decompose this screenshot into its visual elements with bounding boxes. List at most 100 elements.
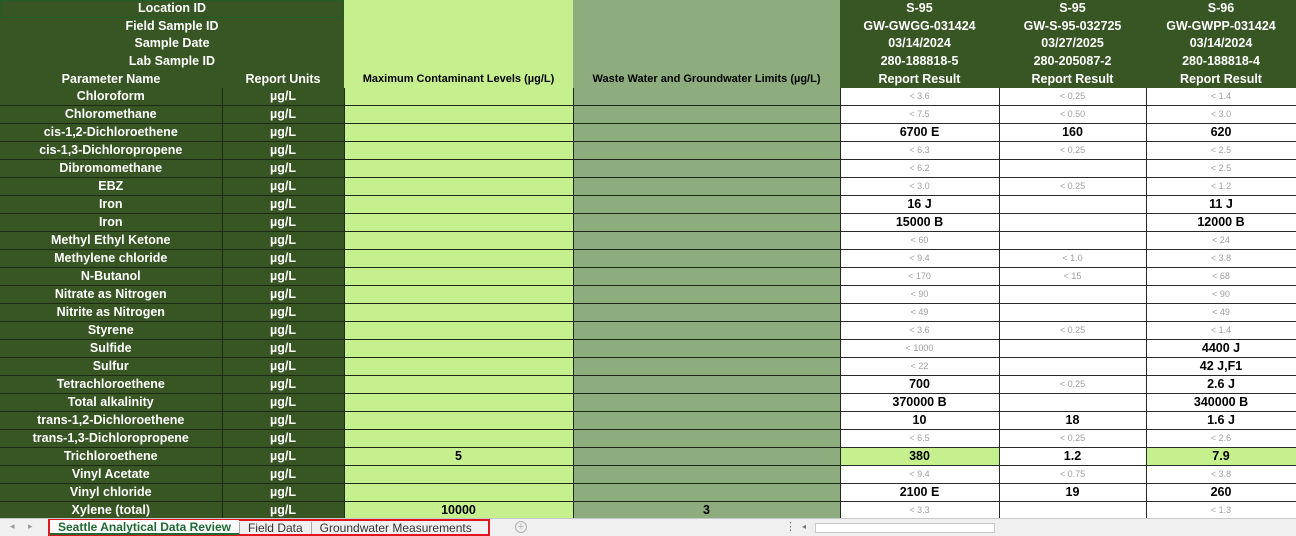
tab-scroll-left-icon[interactable]: ◂: [10, 521, 15, 532]
result-cell-sample-2[interactable]: < 0.50: [999, 105, 1147, 125]
parameter-name-cell[interactable]: Sulfur: [0, 357, 223, 377]
mcl-cell[interactable]: [343, 339, 574, 359]
parameter-name-cell[interactable]: Vinyl chloride: [0, 483, 223, 503]
result-cell-sample-1[interactable]: < 1000: [840, 339, 1000, 359]
mcl-cell[interactable]: [343, 465, 574, 485]
spreadsheet-grid[interactable]: Location ID Maximum Contaminant Levels (µ…: [0, 0, 1296, 521]
result-cell-sample-2[interactable]: < 0.25: [999, 429, 1147, 449]
result-cell-sample-3[interactable]: < 1.4: [1146, 321, 1296, 341]
limits-cell[interactable]: [573, 177, 841, 197]
result-cell-sample-1[interactable]: < 9.4: [840, 249, 1000, 269]
report-units-cell[interactable]: µg/L: [222, 285, 345, 305]
result-cell-sample-1[interactable]: < 22: [840, 357, 1000, 377]
scrollbar-thumb[interactable]: [815, 523, 995, 533]
result-cell-sample-2[interactable]: [999, 393, 1147, 413]
result-cell-sample-3[interactable]: 12000 B: [1146, 213, 1296, 233]
report-units-cell[interactable]: µg/L: [222, 393, 345, 413]
sample-3-field-sample-id[interactable]: GW-GWPP-031424: [1146, 17, 1296, 36]
lab-sample-id-label[interactable]: Lab Sample ID: [0, 52, 344, 71]
result-cell-sample-2[interactable]: 1.2: [999, 447, 1147, 467]
result-cell-sample-3[interactable]: 42 J,F1: [1146, 357, 1296, 377]
limits-cell[interactable]: [573, 87, 841, 107]
mcl-cell[interactable]: [343, 123, 574, 143]
parameter-name-cell[interactable]: Nitrite as Nitrogen: [0, 303, 223, 323]
result-cell-sample-3[interactable]: < 3.8: [1146, 465, 1296, 485]
mcl-cell[interactable]: [343, 357, 574, 377]
parameter-name-cell[interactable]: Tetrachloroethene: [0, 375, 223, 395]
mcl-cell[interactable]: [343, 159, 574, 179]
result-cell-sample-2[interactable]: < 0.25: [999, 375, 1147, 395]
result-cell-sample-3[interactable]: < 2.5: [1146, 159, 1296, 179]
parameter-name-cell[interactable]: Chloromethane: [0, 105, 223, 125]
limits-cell[interactable]: [573, 123, 841, 143]
report-units-cell[interactable]: µg/L: [222, 87, 345, 107]
report-units-cell[interactable]: µg/L: [222, 231, 345, 251]
result-cell-sample-2[interactable]: 160: [999, 123, 1147, 143]
report-units-cell[interactable]: µg/L: [222, 123, 345, 143]
limits-cell[interactable]: [573, 321, 841, 341]
result-cell-sample-2[interactable]: < 0.25: [999, 321, 1147, 341]
result-cell-sample-1[interactable]: < 60: [840, 231, 1000, 251]
report-units-cell[interactable]: µg/L: [222, 411, 345, 431]
sample-2-location-id[interactable]: S-95: [999, 0, 1146, 18]
horizontal-scrollbar[interactable]: ◂: [800, 522, 1296, 534]
sample-1-location-id[interactable]: S-95: [840, 0, 999, 18]
result-cell-sample-3[interactable]: < 3.8: [1146, 249, 1296, 269]
limits-cell[interactable]: [573, 429, 841, 449]
mcl-cell[interactable]: [343, 285, 574, 305]
result-cell-sample-1[interactable]: < 3.0: [840, 177, 1000, 197]
result-cell-sample-3[interactable]: 340000 B: [1146, 393, 1296, 413]
result-cell-sample-2[interactable]: < 0.25: [999, 177, 1147, 197]
mcl-cell[interactable]: [343, 393, 574, 413]
mcl-cell[interactable]: [343, 429, 574, 449]
parameter-name-cell[interactable]: cis-1,3-Dichloropropene: [0, 141, 223, 161]
limits-cell[interactable]: [573, 447, 841, 467]
result-cell-sample-3[interactable]: < 1.3: [1146, 501, 1296, 521]
location-id-label[interactable]: Location ID: [0, 0, 344, 18]
mcl-cell[interactable]: [343, 267, 574, 287]
parameter-name-cell[interactable]: Methyl Ethyl Ketone: [0, 231, 223, 251]
result-cell-sample-1[interactable]: < 3.3: [840, 501, 1000, 521]
report-units-cell[interactable]: µg/L: [222, 501, 345, 521]
result-cell-sample-2[interactable]: [999, 357, 1147, 377]
limits-cell[interactable]: [573, 357, 841, 377]
limits-cell[interactable]: [573, 411, 841, 431]
result-cell-sample-2[interactable]: [999, 339, 1147, 359]
result-cell-sample-3[interactable]: 11 J: [1146, 195, 1296, 215]
limits-cell[interactable]: [573, 231, 841, 251]
result-cell-sample-3[interactable]: < 3.0: [1146, 105, 1296, 125]
result-cell-sample-1[interactable]: < 6.2: [840, 159, 1000, 179]
sample-3-sample-date[interactable]: 03/14/2024: [1146, 35, 1296, 53]
report-units-cell[interactable]: µg/L: [222, 177, 345, 197]
result-cell-sample-2[interactable]: [999, 195, 1147, 215]
result-cell-sample-3[interactable]: < 1.4: [1146, 87, 1296, 107]
limits-cell[interactable]: [573, 339, 841, 359]
parameter-name-header[interactable]: Parameter Name: [0, 70, 222, 88]
result-cell-sample-1[interactable]: < 3.6: [840, 87, 1000, 107]
mcl-cell[interactable]: [343, 483, 574, 503]
mcl-cell[interactable]: [343, 213, 574, 233]
limits-cell[interactable]: 3: [573, 501, 841, 521]
result-cell-sample-2[interactable]: < 0.75: [999, 465, 1147, 485]
limits-cell[interactable]: [573, 285, 841, 305]
sample-1-sample-date[interactable]: 03/14/2024: [840, 35, 999, 53]
sample-3-lab-sample-id[interactable]: 280-188818-4: [1146, 52, 1296, 71]
report-units-cell[interactable]: µg/L: [222, 249, 345, 269]
result-cell-sample-2[interactable]: < 0.25: [999, 141, 1147, 161]
mcl-cell[interactable]: [343, 411, 574, 431]
sample-2-sample-date[interactable]: 03/27/2025: [999, 35, 1146, 53]
parameter-name-cell[interactable]: EBZ: [0, 177, 223, 197]
report-units-cell[interactable]: µg/L: [222, 465, 345, 485]
limits-cell[interactable]: [573, 375, 841, 395]
report-units-cell[interactable]: µg/L: [222, 375, 345, 395]
parameter-name-cell[interactable]: Xylene (total): [0, 501, 223, 521]
result-cell-sample-3[interactable]: < 1.2: [1146, 177, 1296, 197]
tab-field-data[interactable]: Field Data: [240, 521, 311, 535]
result-cell-sample-3[interactable]: < 90: [1146, 285, 1296, 305]
tab-scroll-right-icon[interactable]: ▸: [28, 521, 33, 532]
result-cell-sample-2[interactable]: < 0.25: [999, 87, 1147, 107]
limits-cell[interactable]: [573, 213, 841, 233]
report-units-cell[interactable]: µg/L: [222, 303, 345, 323]
mcl-cell[interactable]: [343, 249, 574, 269]
mcl-cell[interactable]: 10000: [343, 501, 574, 521]
